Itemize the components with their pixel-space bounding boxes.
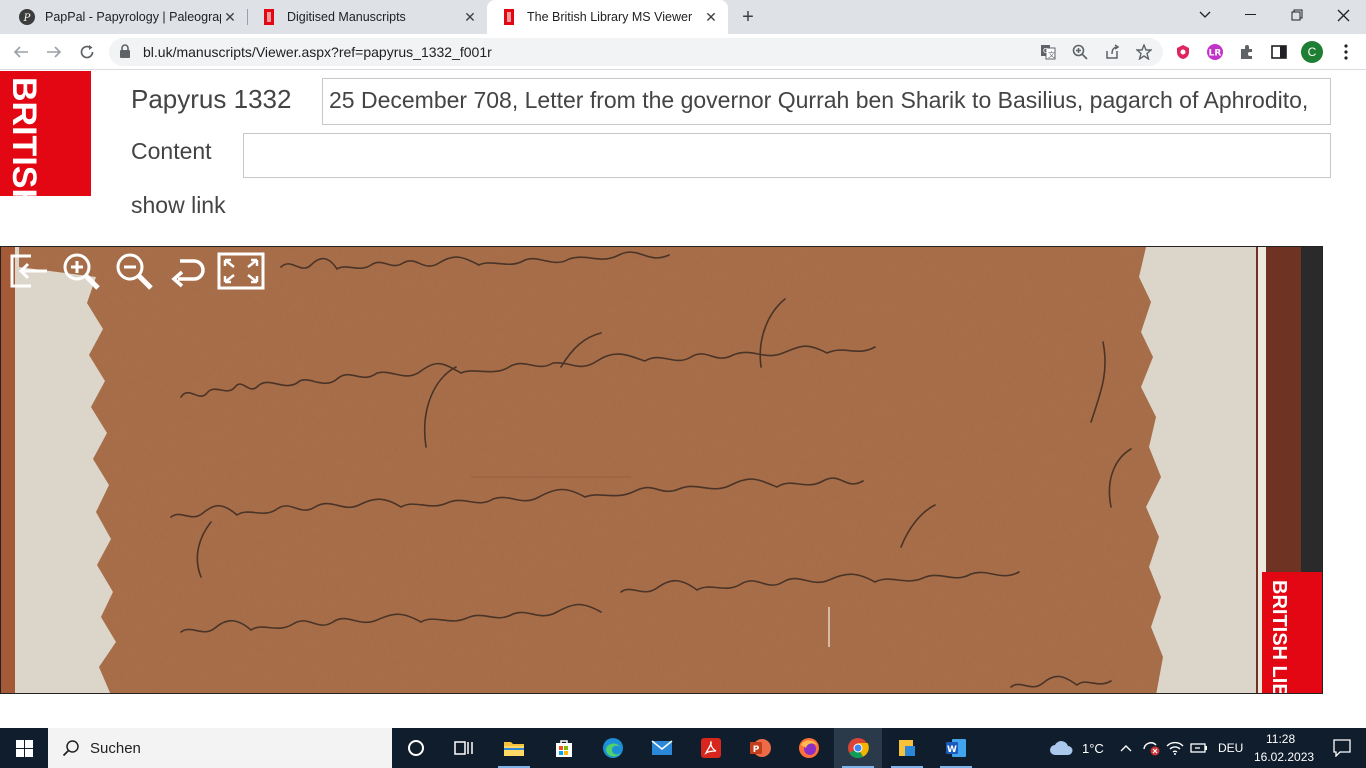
task-view-icon[interactable] — [440, 728, 488, 768]
tray-expand-icon[interactable] — [1116, 728, 1136, 768]
page-content: BRITISH LIBRARY Papyrus 1332 25 December… — [0, 71, 1366, 728]
notes-icon[interactable] — [883, 728, 931, 768]
close-tab-icon[interactable]: ✕ — [702, 8, 720, 26]
zoom-in-icon[interactable] — [58, 251, 106, 291]
input-language[interactable]: DEU — [1218, 741, 1243, 755]
taskbar-search[interactable]: Suchen — [48, 728, 392, 768]
zoom-icon[interactable] — [1071, 43, 1089, 61]
close-window-icon[interactable] — [1320, 0, 1366, 30]
bookmark-star-icon[interactable] — [1135, 43, 1153, 61]
extension-shield-icon[interactable] — [1173, 42, 1193, 62]
back-icon[interactable] — [9, 40, 33, 64]
url-text[interactable]: bl.uk/manuscripts/Viewer.aspx?ref=papyru… — [143, 44, 492, 60]
extensions-puzzle-icon[interactable] — [1237, 42, 1257, 62]
edge-icon[interactable] — [589, 728, 637, 768]
rotate-icon[interactable] — [164, 251, 212, 291]
show-link[interactable]: show link — [131, 192, 226, 219]
tab-ms-viewer[interactable]: The British Library MS Viewer ✕ — [487, 0, 728, 34]
clock-time[interactable]: 11:28 — [1266, 732, 1295, 746]
microsoft-store-icon[interactable] — [540, 728, 588, 768]
svg-text:P: P — [753, 745, 760, 755]
search-placeholder: Suchen — [90, 739, 141, 757]
address-bar[interactable]: bl.uk/manuscripts/Viewer.aspx?ref=papyru… — [109, 38, 1163, 66]
close-tab-icon[interactable]: ✕ — [221, 8, 239, 26]
weather-temperature[interactable]: 1°C — [1082, 741, 1104, 756]
firefox-icon[interactable] — [785, 728, 833, 768]
restore-icon[interactable] — [1274, 0, 1320, 30]
pappal-icon: P — [19, 9, 35, 25]
acrobat-icon[interactable] — [687, 728, 735, 768]
papyrus-image[interactable] — [1, 247, 1323, 694]
mail-icon[interactable] — [638, 728, 686, 768]
file-explorer-icon[interactable] — [490, 728, 538, 768]
tab-search-chevron-icon[interactable] — [1182, 0, 1228, 30]
svg-text:文: 文 — [1048, 50, 1055, 59]
reload-icon[interactable] — [75, 40, 99, 64]
tab-title: PapPal - Papyrology | Paleograph — [45, 10, 221, 24]
word-icon[interactable]: W — [932, 728, 980, 768]
viewer-toolbar — [5, 251, 265, 291]
content-field[interactable] — [243, 133, 1331, 178]
svg-text:P: P — [23, 13, 31, 24]
chrome-icon[interactable] — [834, 728, 882, 768]
clock-date[interactable]: 16.02.2023 — [1254, 750, 1314, 764]
side-panel-icon[interactable] — [1269, 42, 1289, 62]
viewer-logo-text: BRITISH LIBRARY — [1268, 580, 1290, 694]
tab-title: Digitised Manuscripts — [287, 10, 406, 24]
weather-cloud-icon[interactable] — [1046, 728, 1076, 768]
browser-tab-strip: P PapPal - Papyrology | Paleograph ✕ Dig… — [0, 0, 1366, 34]
forward-icon[interactable] — [42, 40, 66, 64]
profile-avatar[interactable]: C — [1301, 41, 1323, 63]
british-library-favicon — [504, 9, 514, 25]
tab-digitised-manuscripts[interactable]: Digitised Manuscripts ✕ — [247, 0, 487, 34]
browser-toolbar: bl.uk/manuscripts/Viewer.aspx?ref=papyru… — [0, 34, 1366, 70]
svg-text:LR: LR — [1209, 49, 1222, 59]
windows-start-icon[interactable] — [0, 728, 48, 768]
minimize-icon[interactable] — [1228, 0, 1274, 30]
british-library-logo[interactable]: BRITISH LIBRARY — [0, 71, 91, 196]
british-library-favicon — [264, 9, 274, 25]
manuscript-description-field[interactable]: 25 December 708, Letter from the governo… — [322, 78, 1331, 125]
cortana-icon[interactable] — [392, 728, 440, 768]
new-tab-icon[interactable]: + — [737, 6, 759, 28]
tab-pappal[interactable]: P PapPal - Papyrology | Paleograph ✕ — [0, 0, 247, 34]
notification-icon[interactable] — [1318, 728, 1366, 768]
extension-purple-icon[interactable]: LR — [1205, 42, 1225, 62]
search-icon — [62, 740, 79, 757]
content-label: Content — [131, 138, 212, 164]
browser-menu-icon[interactable] — [1336, 42, 1356, 62]
svg-text:W: W — [947, 745, 957, 755]
powerpoint-icon[interactable]: P — [736, 728, 784, 768]
windows-taskbar: Suchen P W 1°C DEU 11:28 16.02.2023 — [0, 728, 1366, 768]
close-tab-icon[interactable]: ✕ — [461, 8, 479, 26]
translate-icon[interactable]: G文 — [1039, 43, 1057, 61]
logo-text: BRITISH LIBRARY — [5, 77, 43, 196]
zoom-out-icon[interactable] — [111, 251, 159, 291]
exit-icon[interactable] — [5, 251, 53, 291]
network-error-icon[interactable] — [1140, 728, 1162, 768]
manuscript-viewer[interactable]: BRITISH LIBRARY — [0, 246, 1323, 694]
wifi-icon[interactable] — [1164, 728, 1186, 768]
lock-icon[interactable] — [119, 44, 131, 58]
manuscript-title: Papyrus 1332 — [131, 84, 292, 114]
tab-title: The British Library MS Viewer — [527, 10, 693, 24]
share-icon[interactable] — [1103, 43, 1121, 61]
battery-icon[interactable] — [1188, 728, 1210, 768]
fullscreen-icon[interactable] — [217, 251, 265, 291]
viewer-british-library-logo: BRITISH LIBRARY — [1262, 572, 1322, 694]
